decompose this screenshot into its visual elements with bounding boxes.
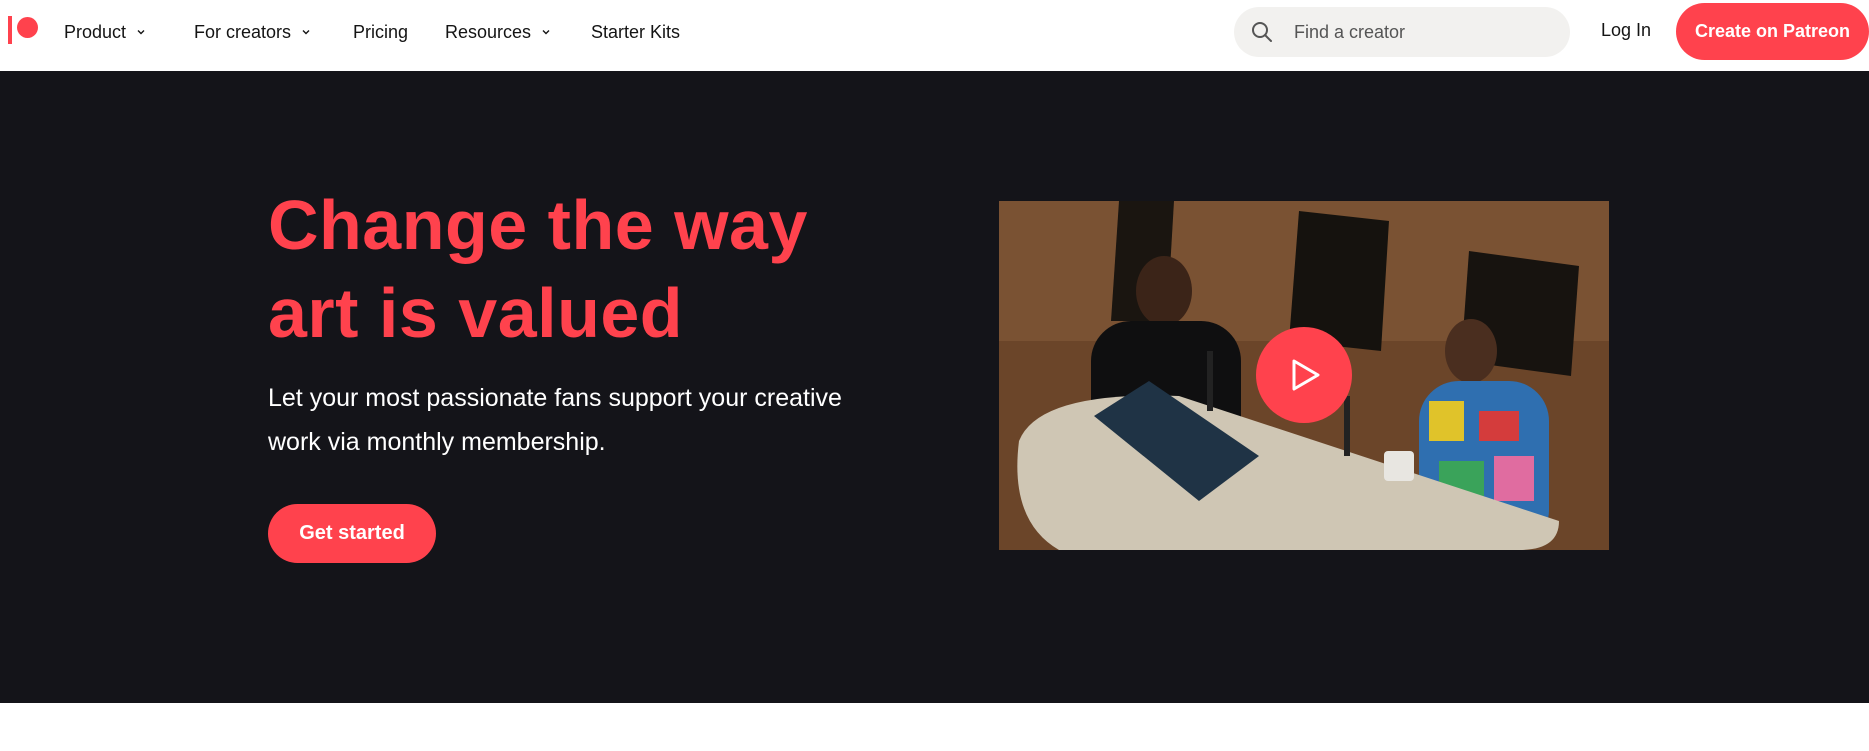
nav-item-pricing[interactable]: Pricing [353, 20, 408, 44]
nav-item-label: Resources [445, 21, 532, 42]
search-icon [1252, 22, 1272, 42]
nav-item-product[interactable]: Product [64, 20, 146, 44]
patreon-logo-icon[interactable] [8, 14, 40, 46]
play-button[interactable] [1256, 327, 1352, 423]
create-on-patreon-button[interactable]: Create on Patreon [1676, 3, 1869, 60]
chevron-down-icon [137, 30, 145, 35]
nav-item-label: Pricing [353, 21, 409, 42]
nav-item-label: Product [64, 21, 127, 42]
nav-item-label: Starter Kits [591, 21, 681, 42]
nav-item-starter-kits[interactable]: Starter Kits [591, 20, 680, 44]
page-content-below-hero [0, 703, 1869, 751]
hero-section: Change the way art is valued Let your mo… [0, 71, 1869, 703]
get-started-button[interactable]: Get started [268, 504, 436, 563]
nav-item-resources[interactable]: Resources [445, 20, 551, 44]
creator-search[interactable] [1234, 7, 1570, 57]
chevron-down-icon [302, 30, 310, 35]
play-icon [1292, 359, 1320, 391]
hero-subtitle: Let your most passionate fans support yo… [268, 384, 842, 456]
top-navigation: Product For creators Pricing Resources S… [0, 0, 1869, 71]
nav-item-for-creators[interactable]: For creators [194, 20, 311, 44]
nav-item-label: For creators [194, 21, 292, 42]
login-link[interactable]: Log In [1601, 20, 1651, 41]
hero-video[interactable] [999, 201, 1609, 550]
chevron-down-icon [542, 30, 550, 35]
search-input[interactable] [1292, 20, 1532, 44]
hero-title: Change the way art is valued [268, 186, 808, 352]
